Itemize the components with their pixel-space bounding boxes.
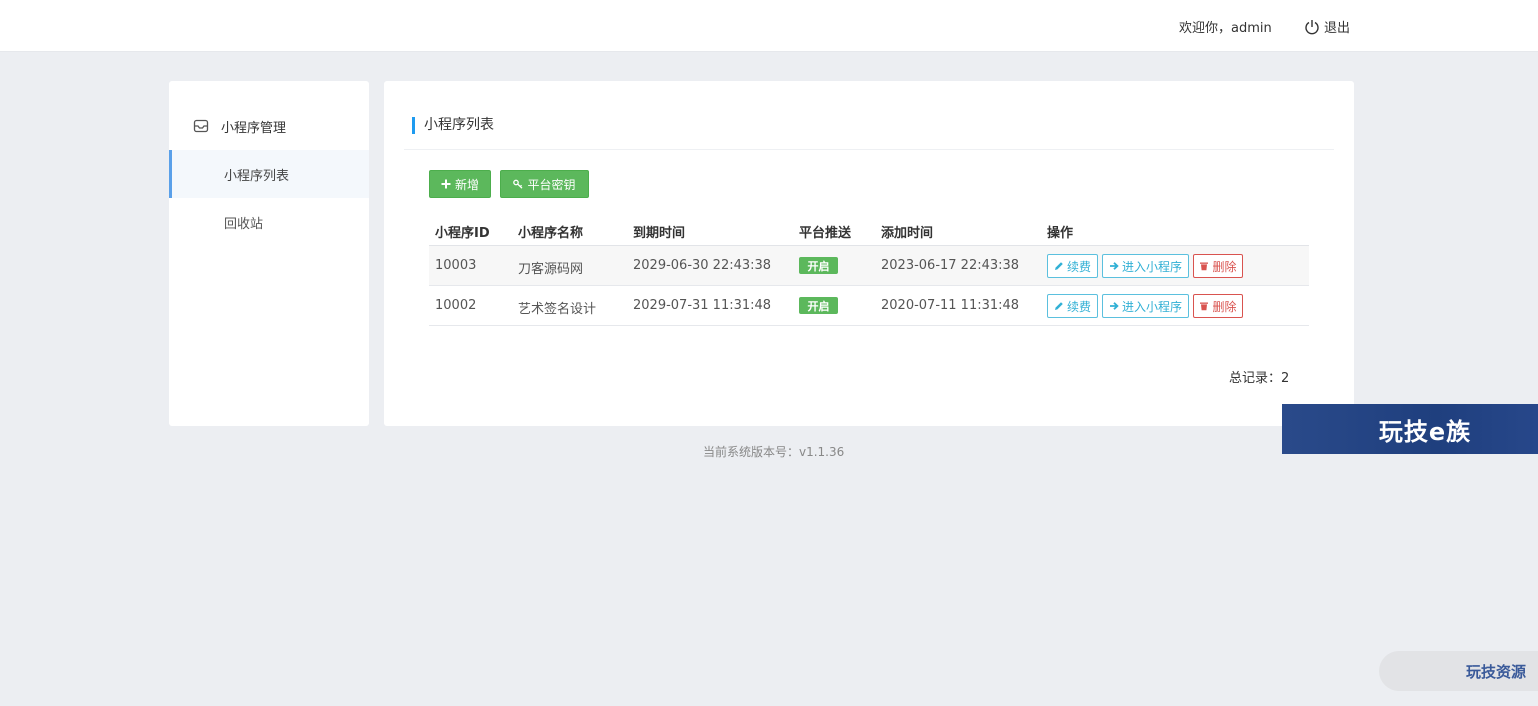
- status-badge: 开启: [799, 257, 838, 274]
- enter-miniprogram-button[interactable]: 进入小程序: [1102, 294, 1189, 318]
- add-button[interactable]: 新增: [429, 170, 491, 198]
- sidebar-item-label: 回收站: [224, 216, 264, 232]
- platform-key-label: 平台密钥: [527, 177, 576, 192]
- cell-expire: 2029-07-31 11:31:48: [633, 298, 772, 313]
- watermark-banner-text: 玩技e族: [1378, 417, 1472, 446]
- cell-name: 艺术签名设计: [518, 302, 597, 317]
- column-header: 小程序ID: [435, 226, 490, 241]
- delete-button[interactable]: 删除: [1193, 254, 1243, 278]
- renew-label: 续费: [1066, 299, 1091, 314]
- logout-label: 退出: [1324, 21, 1351, 36]
- cell-expire: 2029-06-30 22:43:38: [633, 258, 772, 273]
- renew-label: 续费: [1066, 259, 1091, 274]
- sidebar-group-label: 小程序管理: [221, 120, 287, 136]
- sidebar-item-miniprogram-list[interactable]: 小程序列表: [169, 150, 369, 198]
- pencil-icon: [1054, 302, 1063, 310]
- sidebar-group-miniprogram[interactable]: 小程序管理: [169, 107, 369, 145]
- delete-label: 删除: [1212, 299, 1237, 314]
- column-header: 到期时间: [633, 226, 686, 241]
- version-text: 当前系统版本号：v1.1.36: [703, 445, 845, 459]
- renew-button[interactable]: 续费: [1047, 294, 1098, 318]
- total-records: 总记录：2: [1229, 371, 1290, 386]
- renew-button[interactable]: 续费: [1047, 254, 1098, 278]
- watermark-banner: 玩技e族: [1282, 404, 1538, 454]
- sidebar-item-recycle-bin[interactable]: 回收站: [169, 198, 369, 246]
- divider: [404, 149, 1334, 150]
- arrow-right-icon: [1109, 302, 1119, 310]
- power-icon: [1305, 19, 1319, 34]
- page-title: 小程序列表: [412, 117, 494, 134]
- logout-button[interactable]: 退出: [1304, 17, 1350, 36]
- welcome-text: 欢迎你，admin: [1179, 21, 1272, 36]
- inbox-icon: [193, 119, 209, 133]
- delete-button[interactable]: 删除: [1193, 294, 1243, 318]
- cell-added: 2023-06-17 22:43:38: [881, 258, 1020, 273]
- top-bar: 欢迎你，admin 退出: [0, 0, 1538, 52]
- cell-name: 刀客源码网: [518, 262, 584, 277]
- pencil-icon: [1054, 262, 1063, 270]
- cell-added: 2020-07-11 11:31:48: [881, 298, 1020, 313]
- column-header: 小程序名称: [518, 226, 584, 241]
- add-button-label: 新增: [454, 177, 479, 192]
- enter-label: 进入小程序: [1121, 299, 1182, 314]
- table-header: 小程序ID 小程序名称 到期时间 平台推送 添加时间 操作: [429, 218, 1309, 246]
- sidebar: 小程序管理 小程序列表 回收站: [169, 81, 369, 426]
- column-header: 操作: [1047, 226, 1074, 241]
- plus-icon: [441, 179, 451, 189]
- status-badge: 开启: [799, 297, 838, 314]
- enter-miniprogram-button[interactable]: 进入小程序: [1102, 254, 1189, 278]
- cell-id: 10002: [435, 298, 477, 313]
- sidebar-item-label: 小程序列表: [224, 168, 290, 184]
- table-row: 10002 艺术签名设计 2029-07-31 11:31:48 开启 2020…: [429, 286, 1309, 326]
- column-header: 平台推送: [799, 226, 852, 241]
- arrow-right-icon: [1109, 262, 1119, 270]
- trash-icon: [1200, 302, 1209, 311]
- platform-key-button[interactable]: 平台密钥: [500, 170, 589, 198]
- main-panel: 小程序列表 新增 平台密钥 小程序ID 小程序名称 到期时间 平台推送 添加时间…: [384, 81, 1354, 426]
- delete-label: 删除: [1212, 259, 1237, 274]
- cell-id: 10003: [435, 258, 477, 273]
- key-icon: [513, 179, 523, 189]
- trash-icon: [1200, 262, 1209, 271]
- table-row: 10003 刀客源码网 2029-06-30 22:43:38 开启 2023-…: [429, 246, 1309, 286]
- column-header: 添加时间: [881, 226, 934, 241]
- watermark-pill: 玩技资源: [1379, 651, 1538, 691]
- enter-label: 进入小程序: [1121, 259, 1182, 274]
- watermark-pill-text: 玩技资源: [1465, 662, 1526, 681]
